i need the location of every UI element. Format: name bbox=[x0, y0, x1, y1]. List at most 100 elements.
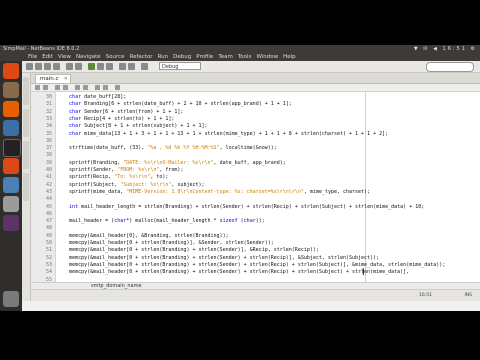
software-center-icon[interactable] bbox=[3, 158, 19, 174]
menu-item-view[interactable]: View bbox=[58, 53, 71, 61]
line-number[interactable]: 51 bbox=[31, 247, 55, 253]
line-number[interactable]: 52 bbox=[31, 255, 55, 261]
memory-icon[interactable] bbox=[141, 63, 148, 70]
code-line[interactable]: memcpy(&mail_header[0 + strlen(Branding)… bbox=[57, 247, 319, 253]
code-line[interactable]: memcpy(&mail_header[0 + strlen(Branding)… bbox=[57, 240, 274, 246]
code-line[interactable]: strftime(date_buff, (33), "%a , %d %b %Y… bbox=[57, 145, 277, 151]
code-line[interactable]: char Recip[4 + strlen(to) + 1 + 1]; bbox=[57, 116, 174, 122]
line-number[interactable]: 35 bbox=[31, 131, 55, 137]
find-icon[interactable] bbox=[75, 85, 80, 90]
line-number[interactable]: 41 bbox=[31, 174, 55, 180]
menu-item-help[interactable]: Help bbox=[283, 53, 296, 61]
menu-item-source[interactable]: Source bbox=[106, 53, 125, 61]
code-line[interactable]: mail_header = (char*) malloc(mail_header… bbox=[57, 218, 265, 224]
workspace-icon[interactable] bbox=[3, 215, 19, 231]
tab-classes[interactable] bbox=[23, 141, 29, 169]
code-line[interactable]: memcpy(&mail_header[0 + strlen(Branding)… bbox=[57, 262, 445, 268]
line-number[interactable]: 50 bbox=[31, 240, 55, 246]
code-line[interactable]: memcpy(&mail_header[0], &Branding, strle… bbox=[57, 233, 229, 239]
clean-build-icon[interactable] bbox=[128, 63, 135, 70]
bookmark-icon[interactable] bbox=[83, 85, 88, 90]
dash-icon[interactable] bbox=[3, 63, 19, 79]
line-number[interactable]: 33 bbox=[31, 116, 55, 122]
settings-icon[interactable] bbox=[3, 196, 19, 212]
redo-icon[interactable] bbox=[75, 63, 82, 70]
firefox-icon[interactable] bbox=[3, 101, 19, 117]
tab-files[interactable] bbox=[23, 109, 29, 137]
files-icon[interactable] bbox=[3, 82, 19, 98]
office-icon[interactable] bbox=[3, 120, 19, 136]
terminal-icon[interactable] bbox=[3, 139, 21, 157]
line-number[interactable]: 36 bbox=[31, 138, 55, 144]
line-number[interactable]: 39 bbox=[31, 160, 55, 166]
source-view-icon[interactable] bbox=[35, 85, 40, 90]
line-number[interactable]: 43 bbox=[31, 189, 55, 195]
undo-icon[interactable] bbox=[66, 63, 73, 70]
new-file-icon[interactable] bbox=[26, 63, 33, 70]
line-number[interactable]: 47 bbox=[31, 218, 55, 224]
code-area[interactable]: char date_buff[28]; char Branding[6 + st… bbox=[57, 92, 480, 282]
shift-right-icon[interactable] bbox=[103, 85, 108, 90]
save-all-icon[interactable] bbox=[53, 63, 60, 70]
line-number[interactable]: 53 bbox=[31, 262, 55, 268]
menu-item-refactor[interactable]: Refactor bbox=[130, 53, 153, 61]
code-line[interactable]: memcpy(&mail_header[0 + strlen(Branding)… bbox=[57, 269, 409, 275]
line-number[interactable]: 32 bbox=[31, 109, 55, 115]
line-number[interactable]: 54 bbox=[31, 269, 55, 275]
configuration-select[interactable]: Debug bbox=[159, 62, 201, 70]
line-number[interactable]: 46 bbox=[31, 211, 55, 217]
menu-item-tools[interactable]: Tools bbox=[238, 53, 252, 61]
forward-icon[interactable] bbox=[63, 85, 68, 90]
close-icon[interactable]: ✕ bbox=[64, 75, 68, 84]
menu-item-team[interactable]: Team bbox=[218, 53, 233, 61]
code-line[interactable]: sprintf(Recip, "To: %s\r\n", to); bbox=[57, 174, 168, 180]
menu-item-window[interactable]: Window bbox=[256, 53, 278, 61]
line-number[interactable]: 49 bbox=[31, 233, 55, 239]
menu-item-file[interactable]: File bbox=[28, 53, 37, 61]
code-line[interactable]: memcpy(&mail_header[0 + strlen(Branding)… bbox=[57, 255, 379, 261]
history-icon[interactable] bbox=[43, 85, 48, 90]
open-project-icon[interactable] bbox=[44, 63, 51, 70]
code-line[interactable]: sprintf(mime_data, "MIME-Version: 1.0\r\… bbox=[57, 189, 370, 195]
code-line[interactable]: char date_buff[28]; bbox=[57, 94, 126, 100]
menu-item-debug[interactable]: Debug bbox=[173, 53, 191, 61]
code-line[interactable]: char mime_data[13 + 1 + 3 + 1 + 1 + 13 +… bbox=[57, 131, 388, 137]
line-number[interactable]: 42 bbox=[31, 182, 55, 188]
line-number[interactable]: 34 bbox=[31, 123, 55, 129]
line-number[interactable]: 30 bbox=[31, 94, 55, 100]
run-icon[interactable] bbox=[88, 63, 95, 70]
menu-item-navigate[interactable]: Navigate bbox=[76, 53, 101, 61]
code-line[interactable]: char Branding[6 + strlen(date_buff) + 2 … bbox=[57, 101, 292, 107]
menu-item-run[interactable]: Run bbox=[158, 53, 169, 61]
line-number-gutter: 30 31 32 33 34 35 36 37 38 39 40 41 42 43 44 45 46 47 48 49… bbox=[31, 92, 56, 283]
tab-projects[interactable] bbox=[23, 77, 29, 105]
system-tray[interactable]: ▼ ✉ ◀ 16:51 ⚙ bbox=[414, 45, 477, 53]
trash-icon[interactable] bbox=[3, 291, 19, 307]
code-line[interactable]: sprintf(Subject, "Subject: %s\r\n", subj… bbox=[57, 182, 205, 188]
profile-icon[interactable] bbox=[106, 63, 113, 70]
line-number[interactable]: 44 bbox=[31, 196, 55, 202]
code-line[interactable]: sprintf(Sender, "FROM: %s\r\n", from); bbox=[57, 167, 183, 173]
build-icon[interactable] bbox=[119, 63, 126, 70]
line-number[interactable]: 31 bbox=[31, 101, 55, 107]
line-number[interactable]: 45 bbox=[31, 204, 55, 210]
tab-navigator[interactable] bbox=[23, 173, 29, 201]
comment-icon[interactable] bbox=[115, 85, 120, 90]
shift-left-icon[interactable] bbox=[95, 85, 100, 90]
tab-main-c[interactable]: main.c ✕ bbox=[35, 74, 71, 83]
code-line[interactable]: int mail_header_length = strlen(Branding… bbox=[57, 204, 424, 210]
code-line[interactable]: char Subject[8 + 1 + strlen(subject) + 1… bbox=[57, 123, 207, 129]
code-line[interactable]: char Sender[6 + strlen(from) + 1 + 1]; bbox=[57, 109, 183, 115]
new-project-icon[interactable] bbox=[35, 63, 42, 70]
line-number[interactable]: 37 bbox=[31, 145, 55, 151]
menu-item-edit[interactable]: Edit bbox=[42, 53, 53, 61]
line-number[interactable]: 40 bbox=[31, 167, 55, 173]
search-input[interactable] bbox=[426, 62, 474, 72]
line-number[interactable]: 38 bbox=[31, 152, 55, 158]
code-line[interactable]: sprintf(Branding, "DATE: %s\r\nX-Mailer:… bbox=[57, 160, 286, 166]
debug-icon[interactable] bbox=[97, 63, 104, 70]
back-icon[interactable] bbox=[55, 85, 60, 90]
netbeans-icon[interactable] bbox=[3, 177, 19, 193]
menu-item-profile[interactable]: Profile bbox=[196, 53, 213, 61]
line-number[interactable]: 48 bbox=[31, 225, 55, 231]
